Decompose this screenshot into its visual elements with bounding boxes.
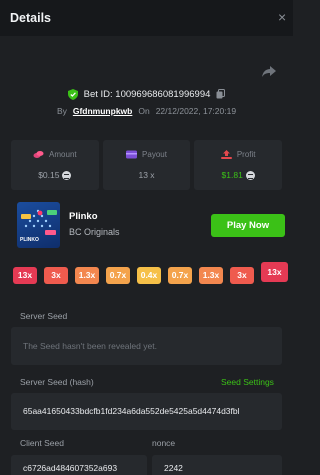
modal-header: Details × bbox=[0, 0, 293, 36]
game-thumb-title: PLINKO bbox=[20, 237, 39, 243]
bet-stats: Amount $0.15 Payout 13 x Profit $1.81 bbox=[11, 140, 283, 190]
modal-title: Details bbox=[10, 11, 51, 25]
profit-label: Profit bbox=[236, 150, 256, 159]
coin-icon bbox=[245, 170, 255, 180]
payout-label: Payout bbox=[142, 150, 167, 159]
amount-card: Amount $0.15 bbox=[11, 140, 99, 190]
profit-value: $1.81 bbox=[221, 170, 243, 180]
shield-check-icon bbox=[67, 88, 78, 100]
game-row: PLINKO Plinko BC Originals Play Now bbox=[17, 202, 285, 248]
multiplier-slot: 13x bbox=[13, 267, 37, 284]
server-seed-hash-label: Server Seed (hash) bbox=[20, 377, 94, 387]
wallet-icon bbox=[126, 150, 138, 159]
bet-author-row: By Gfdnmunpkwb On 22/12/2022, 17:20:19 bbox=[0, 104, 293, 117]
coins-icon bbox=[33, 151, 44, 158]
multiplier-slot: 3x bbox=[44, 267, 68, 284]
game-thumbnail[interactable]: PLINKO bbox=[17, 202, 60, 248]
amount-label: Amount bbox=[49, 150, 77, 159]
nonce-value: 2242 bbox=[164, 463, 183, 473]
copy-icon[interactable] bbox=[216, 89, 226, 99]
amount-value: $0.15 bbox=[38, 170, 60, 180]
nonce-field[interactable]: 2242 bbox=[152, 455, 282, 475]
multiplier-slot: 1.3x bbox=[75, 267, 99, 284]
multiplier-slot: 0.4x bbox=[137, 267, 161, 284]
server-seed-hash-field[interactable]: 65aa41650433bdcfb1fd234a6da552de5425a5d4… bbox=[11, 393, 282, 430]
game-name[interactable]: Plinko bbox=[69, 211, 98, 222]
payout-value: 13 x bbox=[138, 170, 155, 180]
bet-id: Bet ID: 100969686081996994 bbox=[83, 88, 211, 100]
server-seed-label: Server Seed bbox=[20, 311, 68, 321]
bet-id-row: Bet ID: 100969686081996994 bbox=[0, 87, 293, 101]
client-seed-value: c6726ad484607352a693 bbox=[23, 463, 118, 473]
on-label: On bbox=[138, 105, 150, 116]
username-link[interactable]: Gfdnmunpkwb bbox=[73, 106, 133, 116]
bet-datetime: 22/12/2022, 17:20:19 bbox=[155, 105, 237, 116]
coin-icon bbox=[62, 170, 72, 180]
close-icon[interactable]: × bbox=[278, 10, 290, 24]
client-seed-label: Client Seed bbox=[20, 438, 64, 448]
nonce-label: nonce bbox=[152, 438, 176, 448]
server-seed-field: The Seed hasn't been revealed yet. bbox=[11, 327, 282, 365]
by-label: By bbox=[56, 105, 67, 116]
profit-icon bbox=[220, 150, 232, 159]
multiplier-slot: 0.7x bbox=[168, 267, 192, 284]
multiplier-row: 13x 3x 1.3x 0.7x 0.4x 0.7x 1.3x 3x 13x bbox=[13, 262, 289, 288]
share-icon[interactable] bbox=[262, 66, 276, 78]
multiplier-slot: 1.3x bbox=[199, 267, 223, 284]
server-seed-placeholder: The Seed hasn't been revealed yet. bbox=[23, 341, 157, 351]
multiplier-slot-hit: 13x bbox=[261, 262, 288, 282]
client-seed-field[interactable]: c6726ad484607352a693 bbox=[11, 455, 147, 475]
seed-settings-link[interactable]: Seed Settings bbox=[221, 377, 274, 387]
multiplier-slot: 0.7x bbox=[106, 267, 130, 284]
game-provider: BC Originals bbox=[69, 227, 120, 237]
multiplier-slot: 3x bbox=[230, 267, 254, 284]
profit-card: Profit $1.81 bbox=[194, 140, 283, 190]
play-now-button[interactable]: Play Now bbox=[211, 214, 285, 237]
payout-card: Payout 13 x bbox=[102, 140, 191, 190]
server-seed-hash-value: 65aa41650433bdcfb1fd234a6da552de5425a5d4… bbox=[23, 406, 240, 416]
